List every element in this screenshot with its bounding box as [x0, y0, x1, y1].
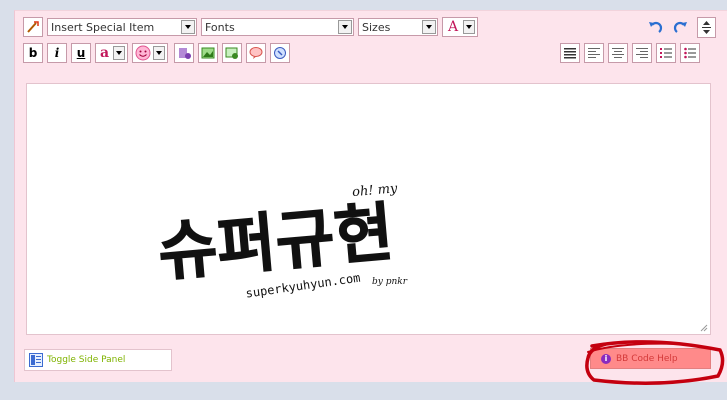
insert-image-button[interactable] [198, 43, 219, 63]
insert-code-button[interactable] [270, 43, 291, 63]
align-center-button[interactable] [608, 43, 628, 63]
bb-code-help-button[interactable]: i BB Code Help [590, 348, 711, 369]
undo-icon [649, 21, 663, 33]
justify-button[interactable] [560, 43, 580, 63]
bb-code-help-label: BB Code Help [616, 353, 678, 364]
italic-button[interactable]: i [47, 43, 67, 63]
align-center-icon [612, 48, 624, 58]
unordered-list-icon [684, 47, 696, 59]
sizes-select[interactable]: Sizes [358, 18, 438, 36]
font-color-icon: A [448, 19, 459, 35]
resize-arrows-icon [702, 21, 711, 34]
redo-button[interactable] [671, 18, 691, 38]
highlight-icon: a [100, 45, 110, 61]
fonts-label: Fonts [205, 20, 235, 34]
editor-content-area[interactable]: 슈퍼규현 oh! my superkyuhyun.com by pnkr [26, 83, 711, 335]
align-left-button[interactable] [584, 43, 604, 63]
format-wizard-button[interactable] [23, 17, 43, 37]
chevron-down-icon[interactable] [113, 46, 126, 60]
redo-icon [673, 21, 687, 33]
image-icon [201, 47, 215, 59]
underline-button[interactable]: u [71, 43, 91, 63]
logo-by-text: by pnkr [372, 277, 408, 287]
logo-tag-text: oh! my [352, 181, 399, 200]
chevron-down-icon[interactable] [463, 20, 476, 34]
side-panel-icon [29, 353, 43, 367]
fonts-select[interactable]: Fonts [201, 18, 354, 36]
toolbar-row-2: b i u a [23, 43, 294, 63]
smiley-picker[interactable] [132, 43, 169, 63]
quote-icon [249, 47, 263, 59]
insert-link-button[interactable] [174, 43, 195, 63]
chevron-down-icon[interactable] [422, 20, 436, 34]
content-logo-image: 슈퍼규현 oh! my superkyuhyun.com by pnkr [155, 181, 408, 300]
toolbar-row-1: Insert Special Item Fonts Sizes A [23, 17, 482, 37]
align-right-icon [636, 48, 648, 58]
insert-media-button[interactable] [222, 43, 243, 63]
chevron-down-icon[interactable] [338, 20, 352, 34]
alignment-controls [560, 43, 700, 63]
toggle-side-panel-button[interactable]: Toggle Side Panel [24, 349, 172, 371]
wand-icon [27, 21, 39, 33]
logo-main-text: 슈퍼규현 [155, 196, 396, 290]
highlight-picker[interactable]: a [95, 43, 129, 63]
sizes-label: Sizes [362, 20, 391, 34]
ordered-list-button[interactable] [656, 43, 676, 63]
justify-icon [564, 48, 576, 59]
special-item-label: Insert Special Item [51, 20, 155, 34]
unordered-list-button[interactable] [680, 43, 700, 63]
smiley-icon [135, 45, 151, 61]
code-icon [274, 47, 287, 59]
resize-editor-button[interactable] [697, 17, 716, 38]
font-color-picker[interactable]: A [442, 17, 479, 37]
media-icon [225, 47, 239, 59]
toggle-side-panel-label: Toggle Side Panel [47, 355, 126, 365]
undo-button[interactable] [645, 18, 665, 38]
chevron-down-icon[interactable] [153, 46, 166, 60]
align-right-button[interactable] [632, 43, 652, 63]
history-controls [645, 17, 720, 38]
resize-grip-icon[interactable] [700, 324, 708, 332]
special-item-select[interactable]: Insert Special Item [47, 18, 197, 36]
insert-quote-button[interactable] [246, 43, 267, 63]
link-icon [179, 48, 192, 59]
bold-button[interactable]: b [23, 43, 43, 63]
ordered-list-icon [660, 48, 672, 58]
editor-panel: Insert Special Item Fonts Sizes A b i u … [14, 10, 727, 385]
align-left-icon [588, 48, 600, 58]
info-icon: i [601, 353, 611, 364]
chevron-down-icon[interactable] [181, 20, 195, 34]
